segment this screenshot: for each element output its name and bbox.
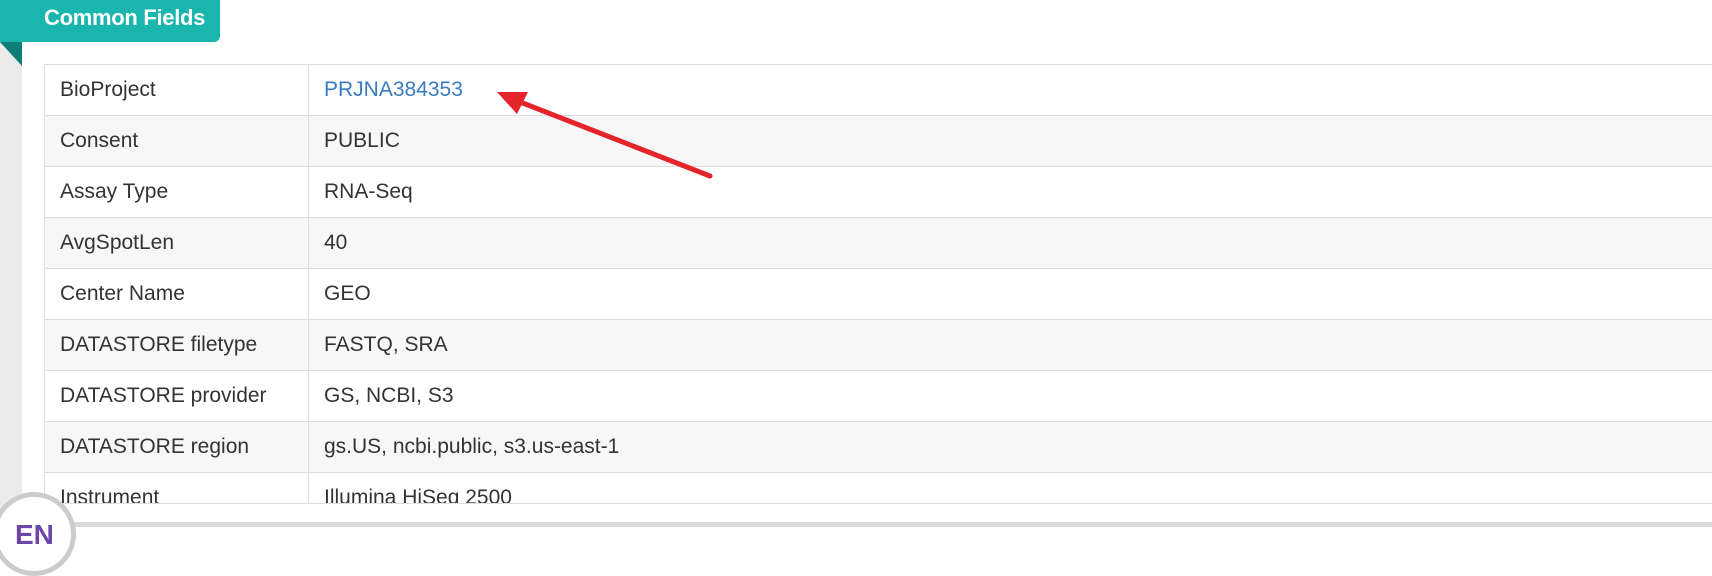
field-value: 40 xyxy=(324,231,348,254)
field-value: GEO xyxy=(324,282,371,305)
field-label: DATASTORE region xyxy=(45,422,309,472)
table-row: Assay Type RNA-Seq xyxy=(45,167,1712,218)
field-label: Assay Type xyxy=(45,167,309,217)
table-row: Center Name GEO xyxy=(45,269,1712,320)
field-label: Consent xyxy=(45,116,309,166)
bottom-scroll-bar xyxy=(0,522,1712,527)
table-row: Consent PUBLIC xyxy=(45,116,1712,167)
field-label: Instrument xyxy=(45,473,309,503)
common-fields-table: BioProject PRJNA384353 Consent PUBLIC As… xyxy=(44,64,1712,504)
table-row: Instrument Illumina HiSeq 2500 xyxy=(45,473,1712,504)
language-badge[interactable]: EN xyxy=(0,492,76,576)
left-gutter xyxy=(0,0,22,527)
field-value: FASTQ, SRA xyxy=(324,333,448,356)
field-value: GS, NCBI, S3 xyxy=(324,384,454,407)
language-badge-text: EN xyxy=(15,519,54,550)
field-value: Illumina HiSeq 2500 xyxy=(324,486,512,504)
table-row: DATASTORE filetype FASTQ, SRA xyxy=(45,320,1712,371)
section-tab: Common Fields xyxy=(0,0,220,42)
field-label: Center Name xyxy=(45,269,309,319)
table-row: BioProject PRJNA384353 xyxy=(45,65,1712,116)
table-row: DATASTORE provider GS, NCBI, S3 xyxy=(45,371,1712,422)
field-label: AvgSpotLen xyxy=(45,218,309,268)
field-value: RNA-Seq xyxy=(324,180,413,203)
bioproject-link[interactable]: PRJNA384353 xyxy=(324,78,463,102)
table-row: DATASTORE region gs.US, ncbi.public, s3.… xyxy=(45,422,1712,473)
section-title: Common Fields xyxy=(44,5,206,30)
tab-fold-decoration xyxy=(0,42,22,66)
field-value: gs.US, ncbi.public, s3.us-east-1 xyxy=(324,435,620,458)
field-label: DATASTORE provider xyxy=(45,371,309,421)
field-value: PRJNA384353 xyxy=(309,65,1712,115)
field-label: DATASTORE filetype xyxy=(45,320,309,370)
field-label: BioProject xyxy=(45,65,309,115)
table-row: AvgSpotLen 40 xyxy=(45,218,1712,269)
field-value: PUBLIC xyxy=(324,129,400,152)
